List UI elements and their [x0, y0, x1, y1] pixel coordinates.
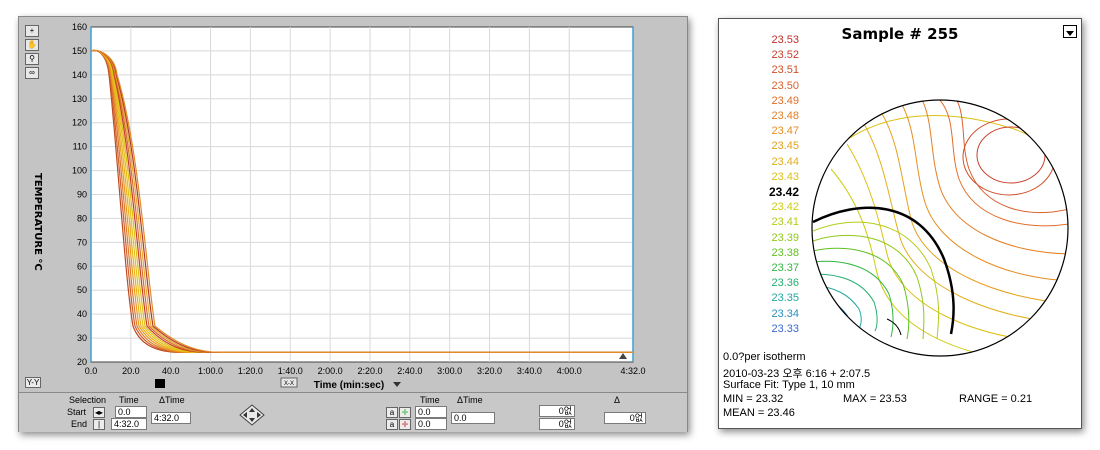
- y-tick-label: 110: [73, 142, 87, 152]
- range-value-text: RANGE = 0.21: [959, 393, 1033, 405]
- isotherm-step-text: 0.0?per isotherm: [723, 351, 806, 363]
- y-tick-label: 160: [72, 22, 87, 32]
- x-axis-dropdown-icon[interactable]: [393, 382, 401, 387]
- temperature-chart-window: + ✋ ⚲ ∞ TEMPERATURE °C 160 150 140 130 120 11…: [18, 16, 688, 432]
- x-tick-label: 4:00.0: [557, 366, 582, 376]
- cursor1-time-field[interactable]: 0.0: [415, 406, 447, 418]
- start-time-field[interactable]: 0.0: [115, 406, 147, 418]
- y-scale-button[interactable]: Y-Y: [25, 377, 41, 388]
- selection-label: Selection: [69, 395, 107, 405]
- x-tick-label: 2:20.0: [357, 366, 382, 376]
- y-tick-label: 50: [77, 285, 87, 295]
- x-tick-label: 3:40.0: [517, 366, 542, 376]
- y-tick-label: 70: [77, 237, 87, 247]
- max-value-text: MAX = 23.53: [843, 393, 907, 405]
- y-tick-label: 40: [77, 309, 87, 319]
- cursor1-lock-icon[interactable]: a: [386, 407, 398, 418]
- end-stepper-icon[interactable]: |: [93, 419, 105, 430]
- surface-fit-text: Surface Fit: Type 1, 10 mm: [723, 379, 855, 391]
- y-tick-label: 80: [77, 213, 87, 223]
- y-tick-label: 60: [77, 261, 87, 271]
- x-tick-label: 1:00.0: [198, 366, 223, 376]
- start-label: Start: [67, 407, 87, 417]
- y-tick-label: 90: [77, 190, 87, 200]
- y-tick-label: 30: [77, 333, 87, 343]
- cursor2-value-field[interactable]: 0없: [539, 418, 575, 430]
- x-tick-label: 4:32.0: [620, 366, 645, 376]
- cursor-delta-field[interactable]: 0.0: [451, 412, 495, 424]
- delta-header: Δ: [614, 395, 621, 405]
- temperature-chart: 16015014013012011010090807060504030200.0…: [72, 22, 646, 391]
- delta-time-field[interactable]: 4:32.0: [151, 412, 191, 424]
- cursor2-crosshair-icon[interactable]: ✛: [399, 419, 411, 430]
- x-tick-label: 3:20.0: [477, 366, 502, 376]
- cursor1-crosshair-icon[interactable]: ✛: [399, 407, 411, 418]
- y-tick-label: 140: [72, 70, 87, 80]
- x-tick-label: 1:40.0: [278, 366, 303, 376]
- x-scale-button-label: X-X: [284, 381, 294, 387]
- cursor1-value-field[interactable]: 0없: [539, 405, 575, 417]
- selection-control-panel: Selection Time ΔTime Start ◂▸ 0.0 4:32.0…: [19, 392, 687, 432]
- x-tick-label: 0.0: [85, 366, 98, 376]
- start-stepper-icon[interactable]: ◂▸: [93, 407, 105, 418]
- end-time-field[interactable]: 4:32.0: [111, 418, 147, 430]
- isotherm-map-window: Sample # 255 23.53 23.52 23.51 23.50 23.49 23…: [718, 18, 1082, 429]
- x-tick-label: 2:00.0: [318, 366, 343, 376]
- time-header: Time: [119, 395, 139, 405]
- x-tick-label: 20.0: [122, 366, 140, 376]
- mean-value-text: MEAN = 23.46: [723, 407, 795, 419]
- end-label: End: [71, 419, 88, 429]
- navigate-arrows-icon[interactable]: [239, 404, 265, 426]
- cursor2-time-field[interactable]: 0.0: [415, 418, 447, 430]
- x-axis-label: Time (min:sec): [314, 380, 384, 391]
- x-tick-label: 1:20.0: [238, 366, 263, 376]
- y-tick-label: 150: [72, 46, 87, 56]
- delta-value-field[interactable]: 0없: [604, 412, 646, 424]
- y-tick-label: 120: [72, 118, 87, 128]
- delta-time-header: ΔTime: [159, 395, 185, 405]
- delta-time-header-2: ΔTime: [457, 395, 483, 405]
- y-tick-label: 100: [72, 166, 87, 176]
- y-tick-label: 130: [72, 94, 87, 104]
- x-tick-label: 2:40.0: [397, 366, 422, 376]
- cursor2-lock-icon[interactable]: a: [386, 419, 398, 430]
- x-tick-label: 40.0: [162, 366, 180, 376]
- time-header-2: Time: [420, 395, 440, 405]
- x-tick-label: 3:00.0: [437, 366, 462, 376]
- scroll-thumb[interactable]: [155, 379, 165, 388]
- min-value-text: MIN = 23.32: [723, 393, 784, 405]
